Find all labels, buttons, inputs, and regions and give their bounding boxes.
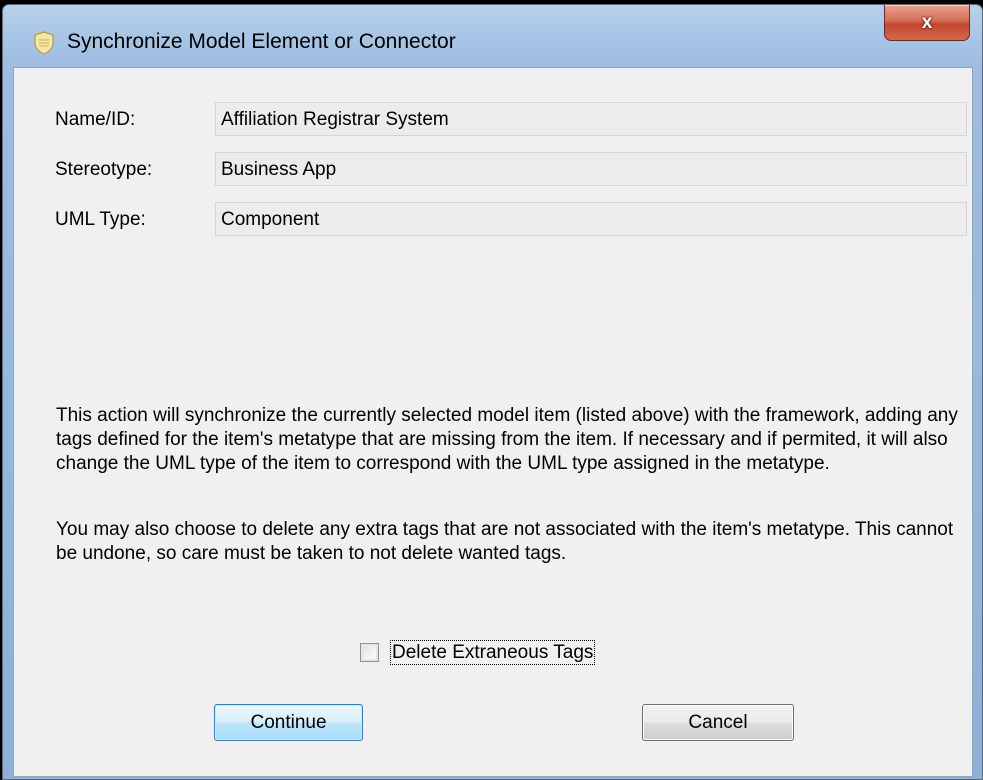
close-icon: x — [921, 12, 933, 33]
name-id-label: Name/ID: — [55, 109, 136, 130]
window-title: Synchronize Model Element or Connector — [67, 30, 456, 53]
uml-type-row: UML Type: Component — [14, 202, 974, 236]
dialog-content: Name/ID: Affiliation Registrar System St… — [13, 67, 973, 777]
close-button[interactable]: x — [884, 5, 970, 41]
stereotype-row: Stereotype: Business App — [14, 152, 974, 186]
description-paragraph-2: You may also choose to delete any extra … — [56, 519, 954, 564]
continue-button[interactable]: Continue — [214, 704, 363, 741]
dialog-window: Synchronize Model Element or Connector x… — [2, 4, 983, 780]
description-paragraph-1: This action will synchronize the current… — [56, 405, 958, 474]
delete-extraneous-label[interactable]: Delete Extraneous Tags — [390, 639, 596, 665]
cancel-button[interactable]: Cancel — [642, 704, 794, 741]
delete-extraneous-option[interactable]: Delete Extraneous Tags — [360, 638, 596, 666]
stereotype-field[interactable]: Business App — [215, 152, 967, 186]
name-id-field[interactable]: Affiliation Registrar System — [215, 102, 967, 136]
uml-type-label: UML Type: — [55, 209, 146, 230]
title-bar[interactable]: Synchronize Model Element or Connector x — [3, 5, 982, 67]
stereotype-label: Stereotype: — [55, 159, 153, 180]
shield-app-icon — [33, 31, 55, 55]
uml-type-field[interactable]: Component — [215, 202, 967, 236]
delete-extraneous-checkbox[interactable] — [360, 642, 379, 662]
name-id-row: Name/ID: Affiliation Registrar System — [14, 102, 974, 136]
